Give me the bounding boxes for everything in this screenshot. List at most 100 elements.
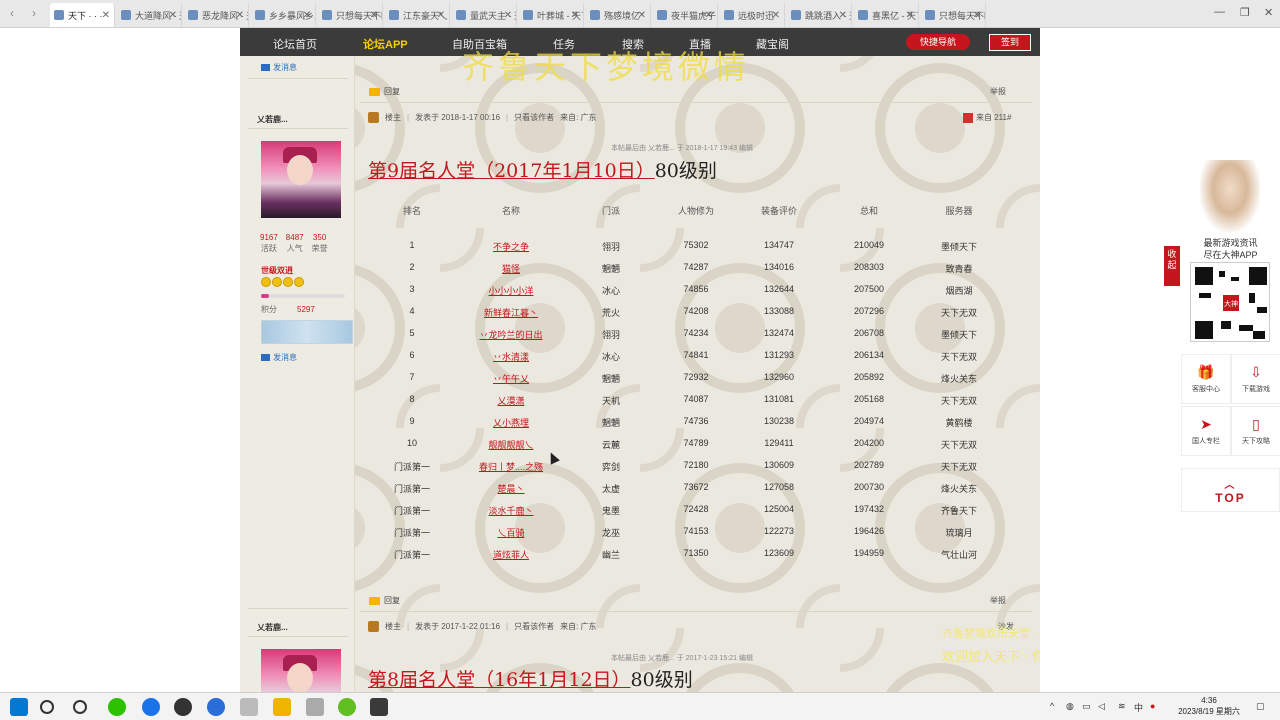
username[interactable]: 乂若鹿... — [257, 114, 288, 125]
player-name-link[interactable]: 不争之争 — [493, 240, 529, 253]
browser-tab[interactable]: 乡乡暴风乡乡✕ — [251, 3, 316, 27]
volume-icon[interactable]: ◁ — [1098, 701, 1105, 712]
browser-tab[interactable]: 远极时迅 ✕ — [720, 3, 785, 27]
browser-tab[interactable]: 喜黑亿 - 天下✕ — [854, 3, 919, 27]
report-link[interactable]: 举报 — [990, 86, 1006, 97]
restore-icon[interactable]: ❐ — [1240, 6, 1250, 19]
customer-service-button[interactable]: 🎁 客服中心 — [1181, 354, 1231, 404]
player-name-link[interactable]: 丷午午乂 — [493, 372, 529, 385]
tab-close-icon[interactable]: ✕ — [504, 10, 512, 21]
avatar[interactable] — [261, 649, 341, 692]
quick-nav-button[interactable]: 快捷导航 — [906, 34, 970, 50]
search-icon[interactable] — [40, 700, 54, 714]
guide-button[interactable]: ▯ 天下攻略 — [1231, 406, 1280, 456]
nav-forum-home[interactable]: 论坛首页 — [273, 36, 317, 52]
browser-tab[interactable]: 天下 · · · ✕ — [50, 3, 115, 27]
player-name-link[interactable]: 猫怪 — [502, 262, 520, 275]
nav-forum-app[interactable]: 论坛APP — [363, 36, 408, 52]
app-icon[interactable] — [338, 698, 356, 716]
browser-tab[interactable]: 只想每天不睡✕ — [318, 3, 383, 27]
favicon-icon — [389, 10, 399, 20]
player-name-link[interactable]: 丷水清漾 — [493, 350, 529, 363]
browser-tab[interactable]: 恶龙降风 - 天✕ — [184, 3, 249, 27]
player-name-link[interactable]: 乂小燕埋 — [493, 416, 529, 429]
tab-close-icon[interactable]: ✕ — [772, 10, 780, 21]
medal-banner[interactable] — [261, 320, 353, 344]
mic-icon[interactable]: ◍ — [1066, 701, 1074, 712]
qr-code[interactable]: 大神 — [1190, 262, 1270, 342]
player-name-link[interactable]: 乂漠潇 — [497, 394, 524, 407]
avatar[interactable] — [261, 141, 341, 218]
browser-tab[interactable]: 大道降风 - 天下✕ — [117, 3, 182, 27]
player-name-link[interactable]: 楚晨丶 — [497, 482, 524, 495]
table-cell: 云麓 — [601, 440, 621, 450]
table-cell: 125004 — [763, 504, 795, 514]
tab-close-icon[interactable]: ✕ — [638, 10, 646, 21]
send-message-link[interactable]: 发消息 — [261, 62, 297, 73]
tab-close-icon[interactable]: ✕ — [102, 10, 110, 21]
table-cell: 琉璃月 — [945, 528, 973, 538]
network-icon[interactable]: ▭ — [1082, 701, 1091, 712]
player-name-link[interactable]: 新鲜春江暮丶 — [484, 306, 538, 319]
tab-close-icon[interactable]: ✕ — [303, 10, 311, 21]
browser-tab[interactable]: 只想每天不睡✕ — [921, 3, 986, 27]
ime-indicator[interactable]: 中 — [1134, 701, 1143, 714]
tab-close-icon[interactable]: ✕ — [839, 10, 847, 21]
tab-close-icon[interactable]: ✕ — [370, 10, 378, 21]
player-name-link[interactable]: 道炫菲人 — [493, 548, 529, 561]
browser-tab[interactable]: 跳跳酒入 - 天下✕ — [787, 3, 852, 27]
back-icon[interactable]: ‹ — [10, 6, 14, 20]
player-name-link[interactable]: 小小小小洋 — [488, 284, 533, 297]
back-to-top-button[interactable]: ︿ TOP — [1181, 468, 1280, 512]
table-cell: 门派第一 — [393, 506, 431, 516]
app-icon[interactable] — [370, 698, 388, 716]
collapse-button[interactable]: 收起 — [1164, 246, 1180, 286]
window-close-icon[interactable]: ✕ — [1264, 6, 1273, 19]
player-name-link[interactable]: 丷龙吟兰的日出 — [479, 328, 542, 341]
kugou-icon[interactable] — [207, 698, 225, 716]
nav-treasure[interactable]: 藏宝阁 — [756, 36, 789, 52]
tab-close-icon[interactable]: ✕ — [571, 10, 579, 21]
player-name-link[interactable]: 靓靓靓靓乀 — [488, 438, 533, 451]
start-icon[interactable] — [10, 698, 28, 716]
report-link[interactable]: 举报 — [990, 595, 1006, 606]
reply-button[interactable]: 回复 — [369, 86, 400, 97]
forward-icon[interactable]: › — [32, 6, 36, 20]
browser-tab[interactable]: 叶葬城 - 天下✕ — [519, 3, 584, 27]
app-icon[interactable] — [174, 698, 192, 716]
personal-column-button[interactable]: ➤ 国人专栏 — [1181, 406, 1231, 456]
tab-close-icon[interactable]: ✕ — [973, 10, 981, 21]
tab-close-icon[interactable]: ✕ — [705, 10, 713, 21]
antivirus-icon[interactable]: ● — [1150, 701, 1155, 711]
game-icon[interactable] — [273, 698, 291, 716]
tab-close-icon[interactable]: ✕ — [437, 10, 445, 21]
player-name-link[interactable]: 淡水千鹿丶 — [488, 504, 533, 517]
player-name-link[interactable]: 乀百骑 — [497, 526, 524, 539]
wechat-icon[interactable] — [108, 698, 126, 716]
user-rank[interactable]: 世级双逍 — [261, 265, 293, 276]
player-name-link[interactable]: 春归丨梦....之殇 — [479, 460, 543, 473]
download-game-button[interactable]: ⇩ 下载游戏 — [1231, 354, 1280, 404]
notification-icon[interactable]: ▢ — [1256, 701, 1265, 712]
reply-button[interactable]: 回复 — [369, 595, 400, 606]
browser-tab[interactable]: 江东豪天乀 ✕ — [385, 3, 450, 27]
tab-close-icon[interactable]: ✕ — [169, 10, 177, 21]
browser-icon[interactable] — [142, 698, 160, 716]
browser-tab[interactable]: 夜半猫虎子乀✕ — [653, 3, 718, 27]
signin-button[interactable]: 签到 — [989, 34, 1031, 51]
game-icon[interactable] — [306, 698, 324, 716]
minimize-icon[interactable]: — — [1214, 6, 1225, 18]
game-icon[interactable] — [240, 698, 258, 716]
username[interactable]: 乂若鹿... — [257, 622, 288, 633]
floor-number[interactable]: 来自 211# — [963, 112, 1011, 123]
browser-tab[interactable]: 殇感境亿 ✕ — [586, 3, 651, 27]
browser-tab[interactable]: 量武天主 - 天下✕ — [452, 3, 517, 27]
clock[interactable]: 4:36 2023/8/19 星期六 — [1176, 695, 1242, 717]
tab-close-icon[interactable]: ✕ — [906, 10, 914, 21]
wifi-icon[interactable]: ≋ — [1118, 701, 1126, 712]
task-view-icon[interactable] — [73, 700, 87, 714]
send-message-link[interactable]: 发消息 — [261, 352, 297, 363]
table-cell: 门派第一 — [393, 528, 431, 538]
tray-chevron-icon[interactable]: ^ — [1050, 701, 1054, 711]
tab-close-icon[interactable]: ✕ — [236, 10, 244, 21]
